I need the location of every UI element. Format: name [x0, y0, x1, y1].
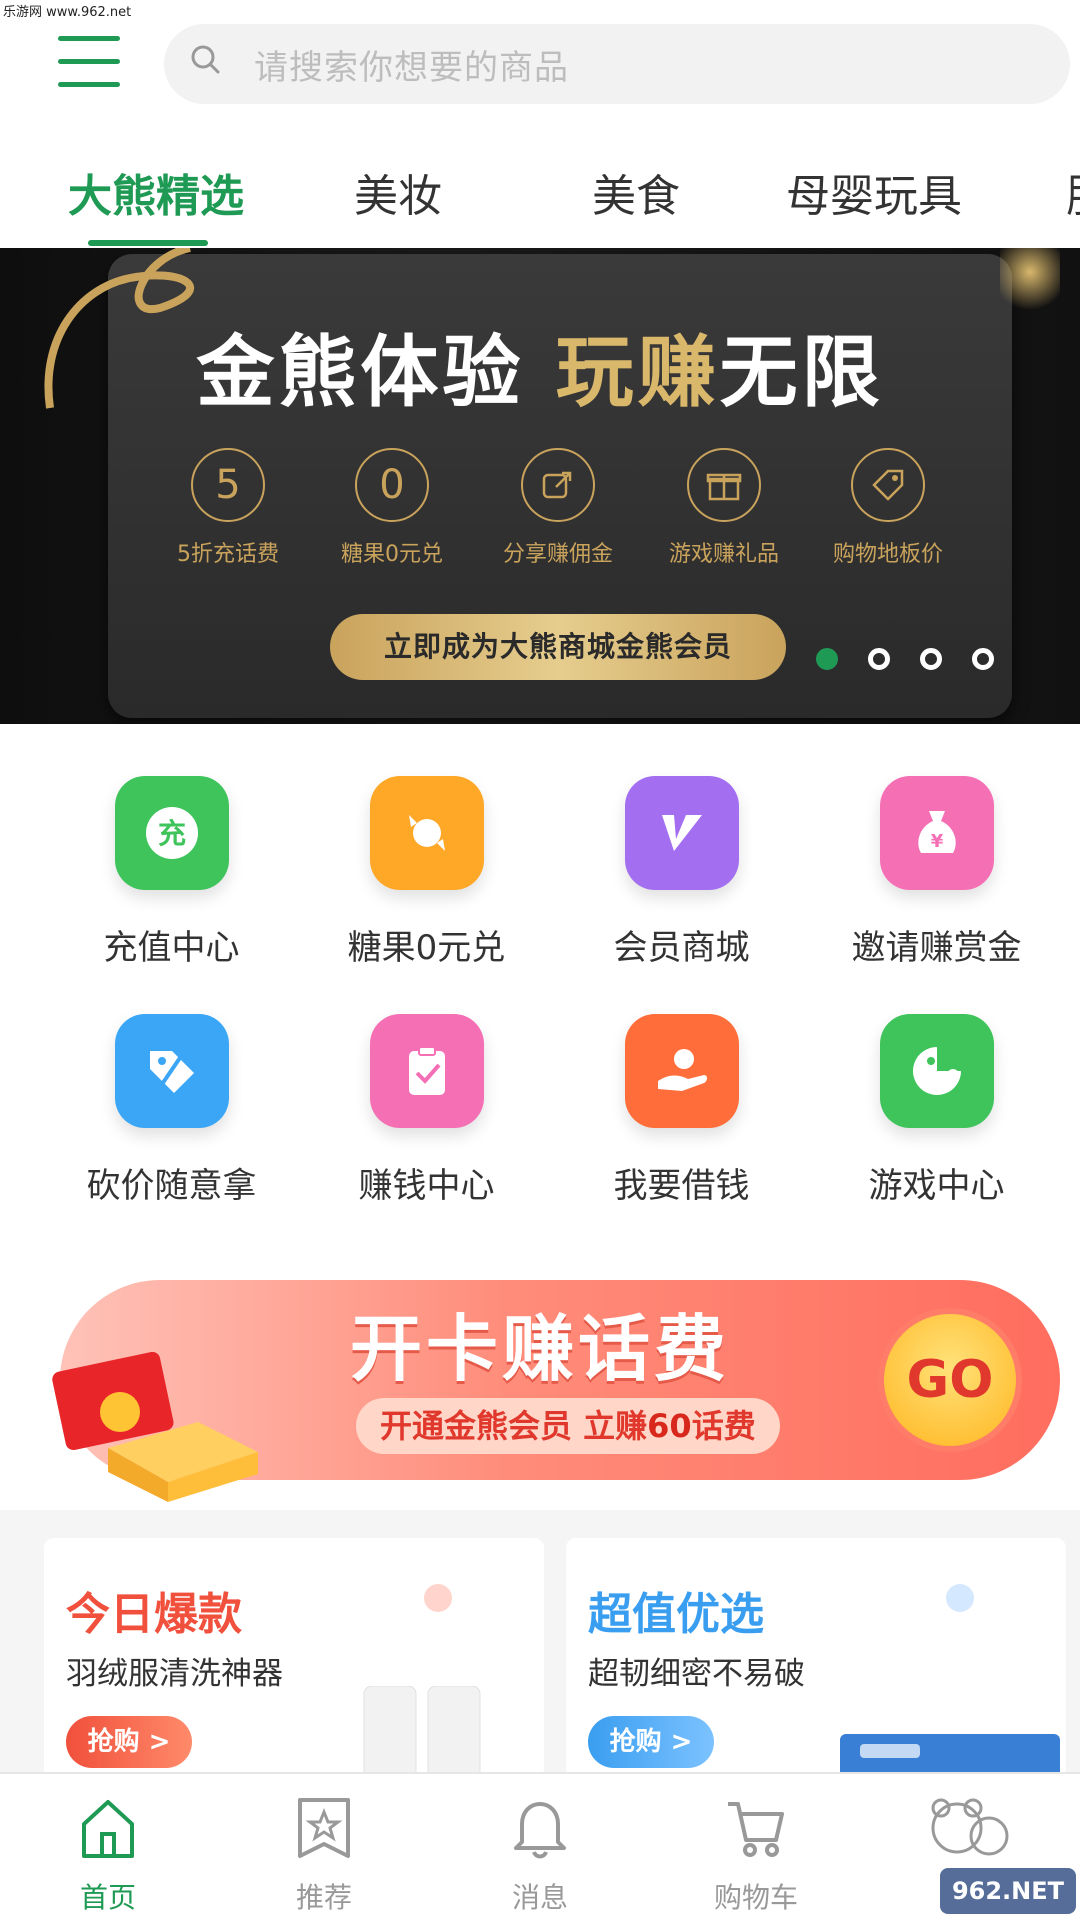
- candy-icon: [369, 776, 484, 890]
- hero-banner[interactable]: 金熊体验 玩赚无限 5 5折充话费 0 糖果0元兑 分享赚佣金 游戏赚礼品 购物…: [0, 248, 1080, 724]
- game-icon: [879, 1014, 994, 1128]
- grid-item-candy[interactable]: 糖果0元兑: [299, 776, 554, 969]
- decoration-dot: [424, 1584, 452, 1612]
- menu-icon[interactable]: [58, 36, 120, 92]
- search-placeholder: 请搜索你想要的商品: [254, 48, 569, 88]
- carousel-dot[interactable]: [816, 648, 838, 670]
- carousel-dots: [816, 648, 1024, 678]
- banner-title: 金熊体验 玩赚无限: [196, 328, 884, 418]
- buy-now-button[interactable]: 抢购 >: [66, 1716, 192, 1768]
- cart-icon: [728, 1802, 784, 1857]
- tab-food[interactable]: 美食: [592, 160, 680, 224]
- vip-icon: [624, 776, 739, 890]
- grid-item-earn[interactable]: 赚钱中心: [299, 1014, 554, 1207]
- product-image: [363, 1686, 481, 1778]
- decoration-dot: [946, 1584, 974, 1612]
- grid-label: 赚钱中心: [358, 1166, 495, 1206]
- grid-item-invite[interactable]: ¥ 邀请赚赏金: [809, 776, 1064, 969]
- perk-label: 分享赚佣金: [502, 542, 613, 567]
- bottom-nav: 首页 推荐 消息 购物车: [0, 1772, 1080, 1922]
- card-subtitle: 羽绒服清洗神器: [66, 1656, 283, 1692]
- card-title: 超值优选: [588, 1589, 764, 1640]
- perk-label: 5折充话费: [177, 542, 279, 567]
- become-member-button[interactable]: 立即成为大熊商城金熊会员: [330, 614, 786, 680]
- perk-candy: 0 糖果0元兑: [312, 448, 472, 568]
- nav-cart[interactable]: 购物车: [648, 1774, 864, 1922]
- svg-text:充: 充: [157, 817, 185, 850]
- perk-label: 游戏赚礼品: [668, 542, 779, 567]
- grid-label: 糖果0元兑: [347, 928, 506, 968]
- card-subtitle: 超韧细密不易破: [588, 1656, 805, 1692]
- product-card-value[interactable]: 超值优选 超韧细密不易破 抢购 >: [566, 1538, 1066, 1778]
- bear-icon: [931, 1798, 1009, 1856]
- carousel-dot[interactable]: [972, 648, 994, 670]
- tag-icon: [114, 1014, 229, 1128]
- zero-icon: 0: [355, 448, 429, 522]
- grid-label: 充值中心: [103, 928, 240, 968]
- promo-subtitle: 开通金熊会员 立赚60话费: [356, 1398, 780, 1454]
- tab-featured[interactable]: 大熊精选: [68, 160, 244, 224]
- grid-item-loan[interactable]: 我要借钱: [554, 1014, 809, 1207]
- carousel-dot[interactable]: [868, 648, 890, 670]
- grid-item-vip-mall[interactable]: 会员商城: [554, 776, 809, 969]
- clipboard-icon: [369, 1014, 484, 1128]
- grid-label: 我要借钱: [613, 1166, 750, 1206]
- perk-label: 购物地板价: [832, 542, 943, 567]
- nav-label: 购物车: [713, 1881, 798, 1914]
- perk-recharge: 5 5折充话费: [148, 448, 308, 568]
- grid-item-recharge[interactable]: 充 充值中心: [44, 776, 299, 969]
- share-icon: [521, 448, 595, 522]
- grid-label: 游戏中心: [868, 1166, 1005, 1206]
- bell-icon: [514, 1802, 566, 1859]
- perk-share: 分享赚佣金: [478, 448, 638, 568]
- carousel-dot[interactable]: [920, 648, 942, 670]
- go-button[interactable]: GO: [878, 1308, 1022, 1452]
- money-bag-icon: ¥: [879, 776, 994, 890]
- promo-banner[interactable]: 开卡赚话费 开通金熊会员 立赚60话费 GO: [0, 1252, 1080, 1510]
- nav-recommend[interactable]: 推荐: [216, 1774, 432, 1922]
- nav-messages[interactable]: 消息: [432, 1774, 648, 1922]
- buy-now-button[interactable]: 抢购 >: [588, 1716, 714, 1768]
- tab-beauty[interactable]: 美妆: [354, 160, 442, 224]
- perk-shopping: 购物地板价: [808, 448, 968, 568]
- price-tag-icon: [851, 448, 925, 522]
- grid-item-game[interactable]: 游戏中心: [809, 1014, 1064, 1207]
- nav-label: 消息: [511, 1881, 568, 1914]
- red-envelope-gift-icon: [52, 1352, 258, 1502]
- svg-text:¥: ¥: [930, 831, 943, 852]
- loan-hand-icon: [624, 1014, 739, 1128]
- active-tab-indicator: [88, 240, 208, 246]
- nav-label: 推荐: [295, 1881, 352, 1914]
- site-watermark: 962.NET: [940, 1868, 1076, 1914]
- grid-label: 砍价随意拿: [86, 1166, 257, 1206]
- grid-item-bargain[interactable]: 砍价随意拿: [44, 1014, 299, 1207]
- category-tabs: 大熊精选 美妆 美食 母婴玩具 服: [0, 140, 1080, 248]
- grid-label: 会员商城: [613, 928, 750, 968]
- perk-label: 糖果0元兑: [341, 542, 443, 567]
- charge-icon: 充: [114, 776, 229, 890]
- grid-label: 邀请赚赏金: [851, 928, 1022, 968]
- tab-clothing[interactable]: 服: [1066, 160, 1080, 224]
- promo-title: 开卡赚话费: [350, 1307, 731, 1391]
- gift-icon: [687, 448, 761, 522]
- tab-baby-toys[interactable]: 母婴玩具: [786, 160, 962, 224]
- nav-home[interactable]: 首页: [0, 1774, 216, 1922]
- search-bar[interactable]: 请搜索你想要的商品: [164, 24, 1070, 104]
- product-card-hot[interactable]: 今日爆款 羽绒服清洗神器 抢购 >: [44, 1538, 544, 1778]
- nav-label: 首页: [79, 1881, 136, 1914]
- watermark-text: 乐游网 www.962.net: [0, 0, 135, 21]
- star-bookmark-icon: [298, 1798, 350, 1858]
- five-icon: 5: [191, 448, 265, 522]
- perk-game: 游戏赚礼品: [644, 448, 804, 568]
- home-icon: [82, 1800, 134, 1858]
- card-title: 今日爆款: [66, 1589, 242, 1640]
- search-icon: [191, 45, 220, 74]
